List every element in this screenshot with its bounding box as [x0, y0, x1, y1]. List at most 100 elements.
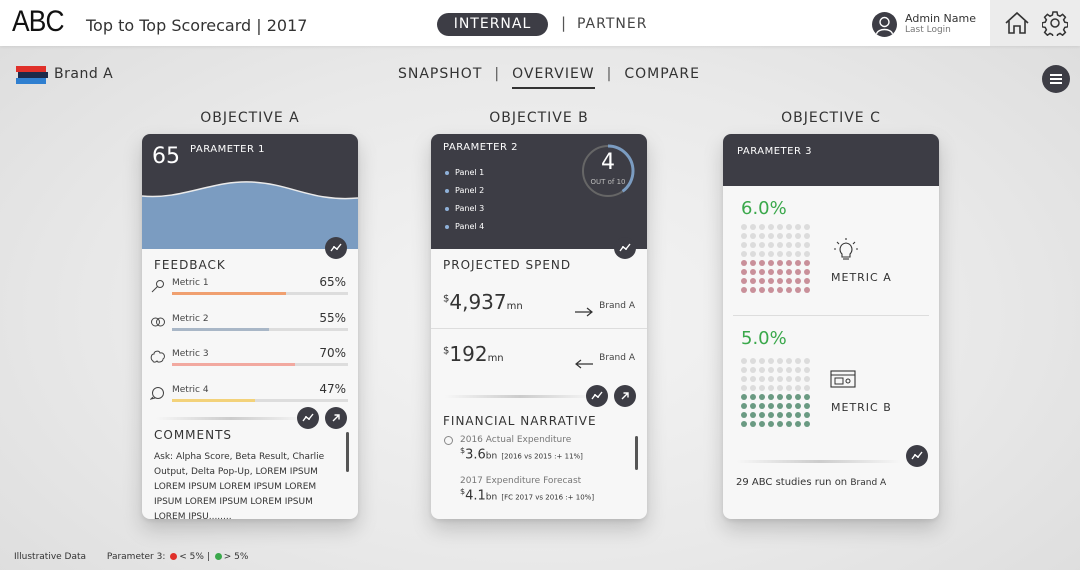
metric-value: 65% — [319, 275, 346, 289]
parameter-1-panel: 65 PARAMETER 1 — [142, 134, 358, 249]
internal-toggle-button[interactable]: INTERNAL — [437, 13, 548, 36]
spend-brand[interactable]: Brand A — [599, 353, 635, 363]
list-item[interactable]: Panel 2 — [445, 186, 484, 204]
grid-dot — [777, 278, 783, 284]
grid-dot — [768, 385, 774, 391]
home-icon[interactable] — [1004, 11, 1030, 39]
spend-unit: mn — [506, 301, 523, 312]
tab-snapshot[interactable]: SNAPSHOT — [398, 66, 482, 82]
comments-scrollbar[interactable] — [346, 432, 349, 472]
grid-dot — [804, 287, 810, 293]
metric-b-dot-grid — [741, 358, 810, 427]
tab-overview[interactable]: OVERVIEW — [512, 66, 595, 89]
trend-button[interactable] — [614, 237, 636, 259]
metric-row[interactable]: Metric 3 70% — [142, 346, 358, 379]
metric-value: 70% — [319, 346, 346, 360]
grid-dot — [759, 233, 765, 239]
grid-dot — [759, 251, 765, 257]
grid-dot — [768, 251, 774, 257]
parameter-3-label: PARAMETER 3 — [737, 146, 812, 157]
grid-dot — [768, 260, 774, 266]
trend-icon — [330, 243, 342, 252]
grid-dot — [741, 278, 747, 284]
tab-compare[interactable]: COMPARE — [624, 66, 700, 82]
partner-toggle-button[interactable]: PARTNER — [577, 16, 647, 32]
grid-dot — [786, 233, 792, 239]
divider — [431, 328, 647, 329]
grid-dot — [741, 269, 747, 275]
narrative-value: $4.1bn [FC 2017 vs 2016 :+ 10%] — [460, 487, 594, 503]
grid-dot — [777, 421, 783, 427]
expand-button[interactable] — [614, 385, 636, 407]
comments-label: COMMENTS — [154, 428, 233, 442]
grid-dot — [741, 376, 747, 382]
arrow-up-right-icon — [621, 392, 629, 400]
grid-dot — [777, 260, 783, 266]
browser-icon — [830, 370, 856, 392]
grid-dot — [768, 421, 774, 427]
grid-dot — [786, 251, 792, 257]
grid-dot — [777, 403, 783, 409]
grid-dot — [750, 242, 756, 248]
app-logo[interactable]: ABC — [12, 5, 65, 39]
grid-dot — [750, 403, 756, 409]
metric-row[interactable]: Metric 4 47% — [142, 382, 358, 415]
grid-dot — [759, 394, 765, 400]
trend-button[interactable] — [325, 237, 347, 259]
grid-dot — [786, 421, 792, 427]
user-name[interactable]: Admin Name — [905, 12, 976, 25]
list-item[interactable]: Panel 4 — [445, 222, 484, 240]
grid-dot — [741, 358, 747, 364]
projected-spend-label: PROJECTED SPEND — [443, 258, 572, 272]
list-item[interactable]: Panel 1 — [445, 168, 484, 186]
spend-brand[interactable]: Brand A — [599, 301, 635, 311]
studies-footnote-brand[interactable]: Brand A — [850, 478, 886, 488]
grid-dot — [750, 412, 756, 418]
grid-dot — [750, 421, 756, 427]
grid-dot — [804, 376, 810, 382]
parameter-2-panel: PARAMETER 2 Panel 1 Panel 2 Panel 3 Pane… — [431, 134, 647, 249]
user-icon[interactable] — [872, 12, 897, 37]
metric-row[interactable]: Metric 2 55% — [142, 311, 358, 344]
grid-dot — [804, 278, 810, 284]
grid-dot — [777, 287, 783, 293]
grid-dot — [768, 242, 774, 248]
metric-value: 47% — [319, 382, 346, 396]
grid-dot — [795, 403, 801, 409]
view-tabs: SNAPSHOT | OVERVIEW | COMPARE — [398, 66, 700, 89]
grid-dot — [786, 385, 792, 391]
brand-flag-icon[interactable] — [16, 64, 48, 90]
grid-dot — [795, 278, 801, 284]
metric-b-percent: 5.0% — [741, 328, 787, 349]
timeline-marker-icon — [444, 436, 453, 445]
metric-a-label: METRIC A — [831, 271, 892, 284]
grid-dot — [741, 403, 747, 409]
list-item[interactable]: Panel 3 — [445, 204, 484, 222]
grid-dot — [777, 394, 783, 400]
grid-dot — [768, 412, 774, 418]
trend-button[interactable] — [586, 385, 608, 407]
legend-high-text: > 5% — [223, 552, 249, 562]
brand-selector[interactable]: Brand A — [54, 66, 113, 82]
search-person-icon — [150, 278, 166, 297]
metric-bar-fill — [172, 292, 287, 295]
metric-name: Metric 2 — [172, 314, 209, 324]
menu-icon[interactable] — [1042, 65, 1070, 93]
trend-button[interactable] — [297, 407, 319, 429]
trend-button[interactable] — [906, 445, 928, 467]
grid-dot — [777, 376, 783, 382]
expand-button[interactable] — [325, 407, 347, 429]
grid-dot — [786, 287, 792, 293]
narrative-scrollbar[interactable] — [635, 436, 638, 470]
grid-dot — [741, 260, 747, 266]
gear-icon[interactable] — [1041, 10, 1069, 40]
grid-dot — [768, 269, 774, 275]
last-login-label: Last Login — [905, 25, 951, 35]
grid-dot — [759, 358, 765, 364]
grid-dot — [786, 403, 792, 409]
metric-bar — [172, 363, 348, 366]
tab-separator: | — [606, 66, 613, 82]
chat-bubble-icon — [149, 385, 166, 404]
grid-dot — [759, 385, 765, 391]
metric-row[interactable]: Metric 1 65% — [142, 275, 358, 308]
